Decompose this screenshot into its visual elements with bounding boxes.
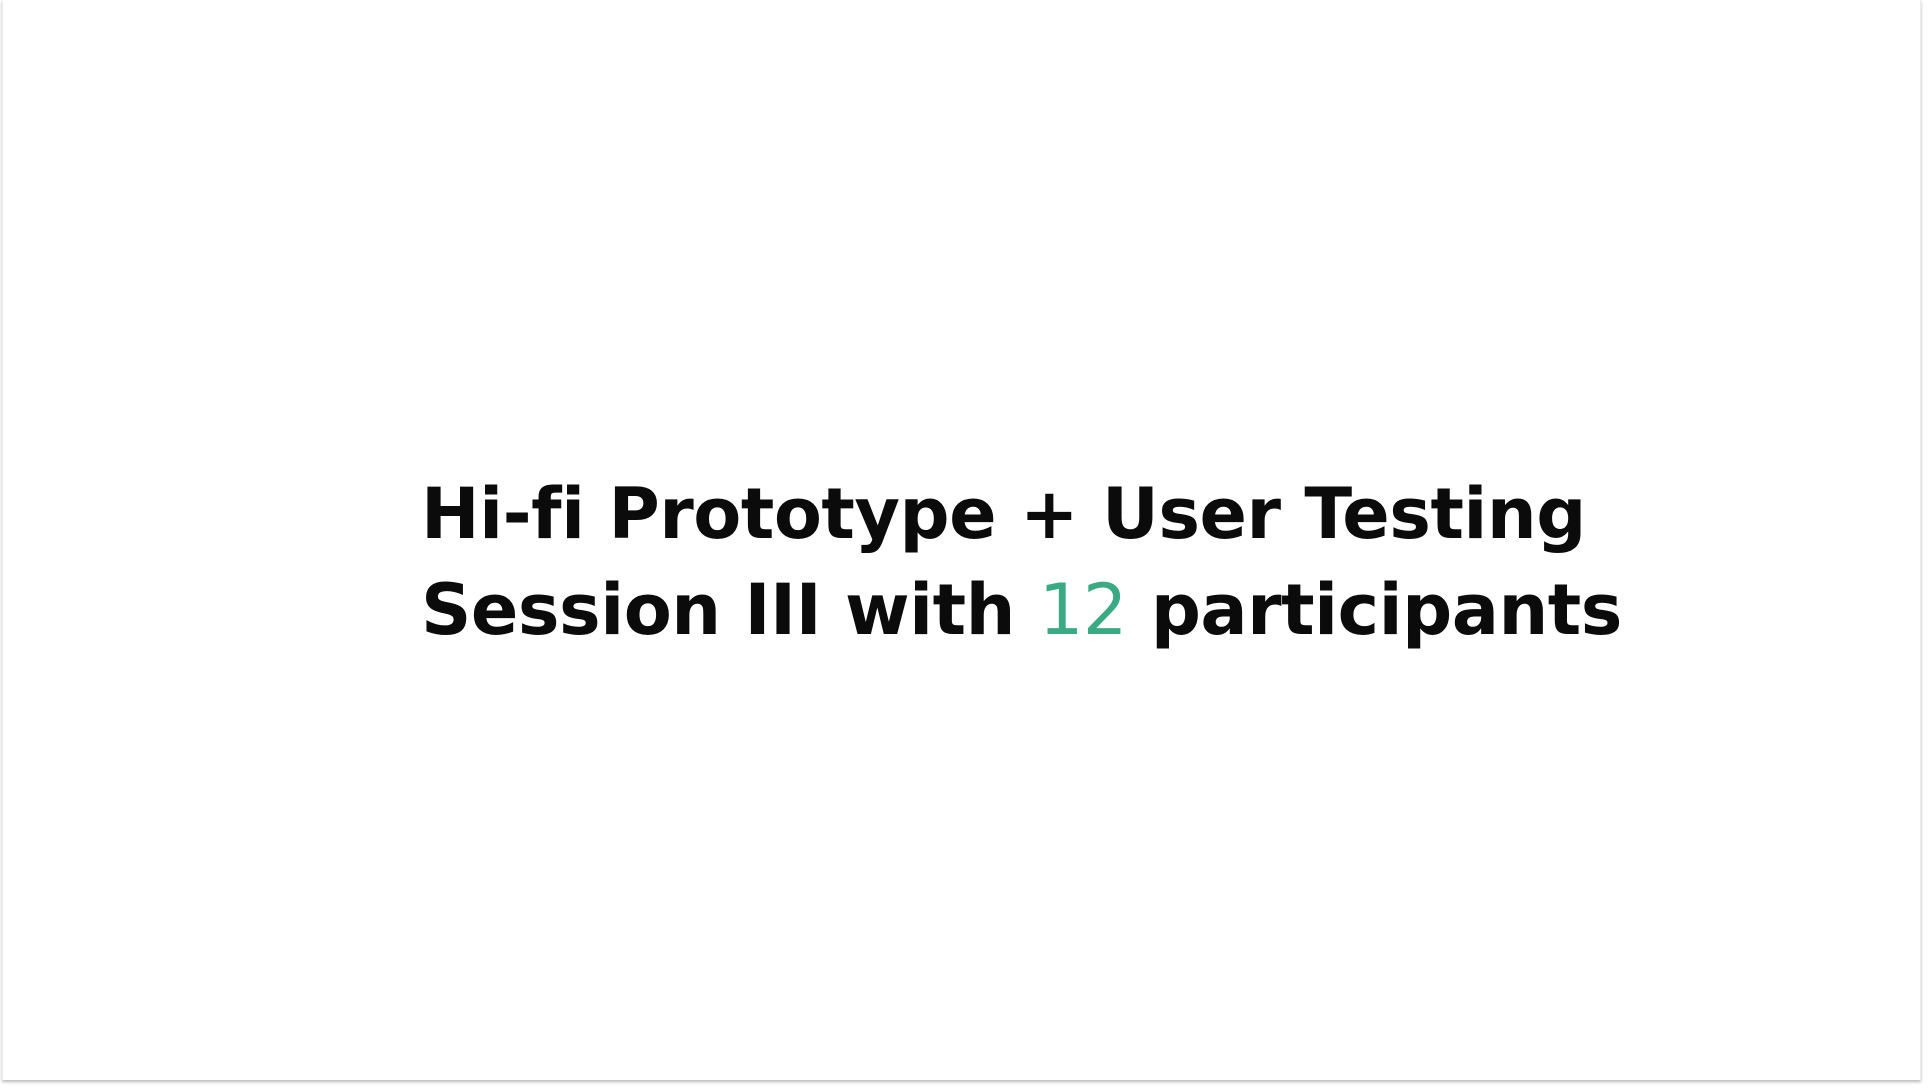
participant-count: 12 [1038, 569, 1128, 651]
headline-line-2-prefix: Session III with [421, 569, 1015, 651]
slide-headline: Hi-fi Prototype + User Testing Session I… [421, 466, 1622, 658]
slide-canvas: Hi-fi Prototype + User Testing Session I… [2, 0, 1921, 1080]
headline-line-2-suffix: participants [1150, 569, 1623, 651]
headline-line-2: Session III with 12 participants [421, 562, 1622, 658]
headline-line-1: Hi-fi Prototype + User Testing [421, 473, 1586, 555]
